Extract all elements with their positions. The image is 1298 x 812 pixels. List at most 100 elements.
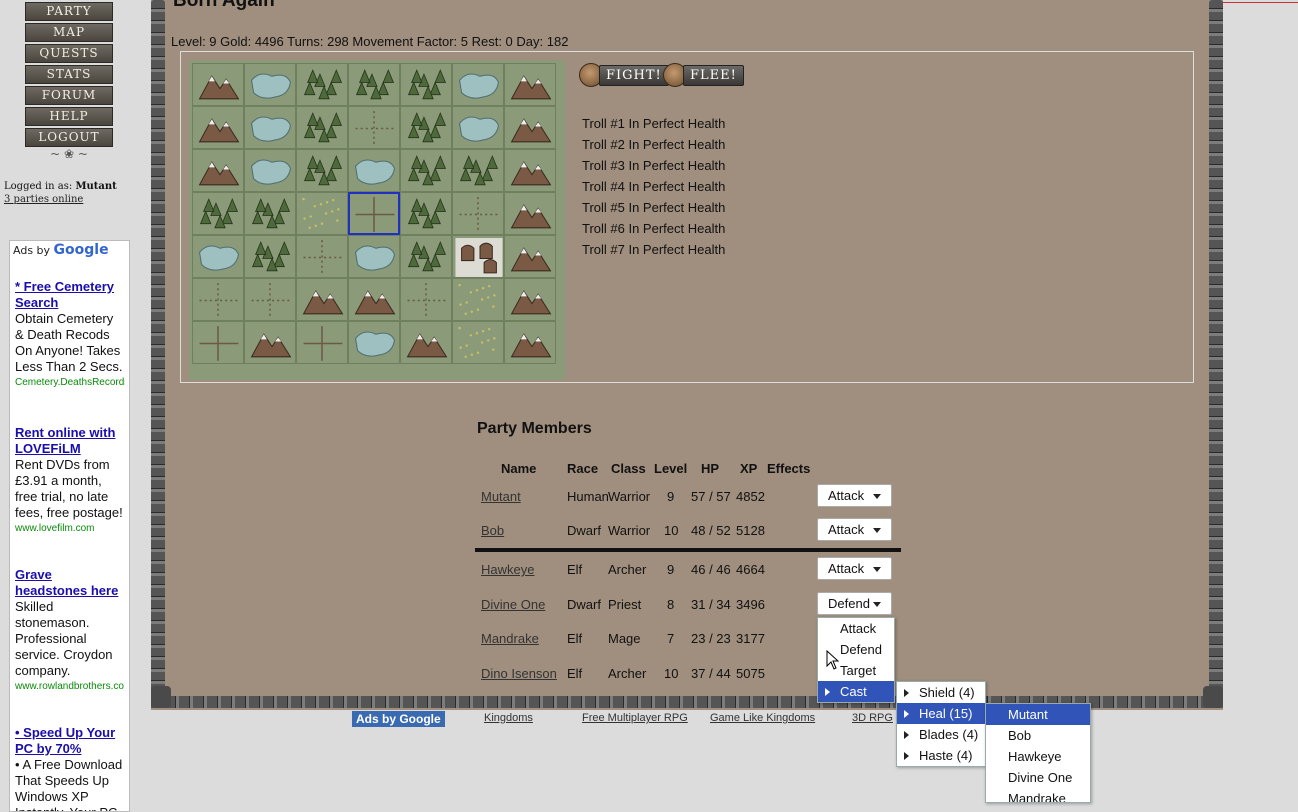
footer-link-kingdoms[interactable]: Kingdoms bbox=[484, 712, 533, 724]
ad-url[interactable]: www.lovefilm.com bbox=[15, 521, 125, 537]
map-tile-forest[interactable] bbox=[244, 192, 296, 235]
map-tile-water[interactable] bbox=[348, 149, 400, 192]
map-tile-forest[interactable] bbox=[400, 106, 452, 149]
forest-terrain-icon bbox=[303, 112, 343, 143]
map-tile-road[interactable] bbox=[192, 321, 244, 364]
menu-item-cast[interactable]: Cast bbox=[818, 681, 894, 702]
nav-logout[interactable]: LOGOUT bbox=[25, 128, 113, 147]
map-tile-road[interactable] bbox=[296, 321, 348, 364]
member-name-link[interactable]: Mutant bbox=[481, 489, 521, 504]
map-tile-mountain[interactable] bbox=[504, 235, 556, 278]
map-tile-forest[interactable] bbox=[296, 63, 348, 106]
member-name-link[interactable]: Bob bbox=[481, 523, 504, 538]
map-tile-forest[interactable] bbox=[296, 149, 348, 192]
map-tile-forest[interactable] bbox=[296, 106, 348, 149]
map-tile-mountain[interactable] bbox=[348, 278, 400, 321]
map-tile-forest[interactable] bbox=[192, 192, 244, 235]
member-name-link[interactable]: Divine One bbox=[481, 597, 545, 612]
map-tile-mountain[interactable] bbox=[192, 106, 244, 149]
map-tile-town[interactable] bbox=[452, 235, 504, 278]
map-tile-plains[interactable] bbox=[400, 278, 452, 321]
map-tile-forest[interactable] bbox=[348, 63, 400, 106]
map-tile-mountain[interactable] bbox=[296, 278, 348, 321]
map-tile-forest[interactable] bbox=[244, 235, 296, 278]
map-tile-water[interactable] bbox=[452, 106, 504, 149]
spell-menu: Shield (4) Heal (15) Blades (4) Haste (4… bbox=[896, 681, 986, 767]
map-tile-mountain[interactable] bbox=[504, 278, 556, 321]
nav-party[interactable]: PARTY bbox=[25, 2, 113, 21]
footer-link-game-like-kingdoms[interactable]: Game Like Kingdoms bbox=[710, 712, 815, 724]
map-tile-grass[interactable] bbox=[452, 321, 504, 364]
map-tile-mountain[interactable] bbox=[504, 321, 556, 364]
nav-help[interactable]: HELP bbox=[25, 107, 113, 126]
submenu-arrow-icon bbox=[904, 710, 909, 718]
menu-item-shield[interactable]: Shield (4) bbox=[897, 682, 985, 703]
menu-item-target-mandrake[interactable]: Mandrake bbox=[986, 788, 1090, 802]
map-tile-water[interactable] bbox=[348, 321, 400, 364]
map-tile-plains[interactable] bbox=[348, 106, 400, 149]
map-tile-mountain[interactable] bbox=[244, 321, 296, 364]
map-tile-forest[interactable] bbox=[400, 192, 452, 235]
member-name-link[interactable]: Mandrake bbox=[481, 631, 539, 646]
footer-link-free-multiplayer-rpg[interactable]: Free Multiplayer RPG bbox=[582, 712, 688, 724]
ad-title-link[interactable]: * Free Cemetery Search bbox=[15, 279, 125, 311]
menu-item-target-mutant[interactable]: Mutant bbox=[986, 704, 1090, 725]
map-tile-water[interactable] bbox=[452, 63, 504, 106]
mountain-terrain-icon bbox=[198, 75, 240, 100]
ad-title-link[interactable]: Rent online with LOVEFiLM bbox=[15, 425, 125, 457]
flee-button[interactable]: FLEE! bbox=[663, 63, 744, 87]
map-tile-forest[interactable] bbox=[452, 149, 504, 192]
map-tile-water[interactable] bbox=[348, 235, 400, 278]
map-tile-mountain[interactable] bbox=[504, 63, 556, 106]
menu-item-haste[interactable]: Haste (4) bbox=[897, 745, 985, 766]
member-name-link[interactable]: Hawkeye bbox=[481, 562, 534, 577]
action-select[interactable]: Attack bbox=[817, 518, 892, 541]
ad-url[interactable]: www.rowlandbrothers.co bbox=[15, 679, 125, 695]
map-tile-water[interactable] bbox=[192, 235, 244, 278]
nav-quests[interactable]: QUESTS bbox=[25, 44, 113, 63]
map-tile-plains[interactable] bbox=[192, 278, 244, 321]
map-tile-plains[interactable] bbox=[244, 278, 296, 321]
footer-link-3d-rpg[interactable]: 3D RPG bbox=[852, 712, 893, 724]
water-terrain-icon bbox=[459, 116, 499, 142]
action-select[interactable]: Attack bbox=[817, 557, 892, 580]
map-tile-forest[interactable] bbox=[400, 149, 452, 192]
nav-forum[interactable]: FORUM bbox=[25, 86, 113, 105]
map-tile-forest[interactable] bbox=[400, 235, 452, 278]
ad-url[interactable]: Cemetery.DeathsRecords bbox=[15, 375, 125, 391]
map-tile-mountain[interactable] bbox=[192, 149, 244, 192]
map-tile-plains[interactable] bbox=[296, 235, 348, 278]
menu-item-target-hawkeye[interactable]: Hawkeye bbox=[986, 746, 1090, 767]
plains-terrain-icon bbox=[199, 283, 239, 318]
parties-online-link[interactable]: 3 parties online bbox=[4, 194, 117, 205]
map-tile-forest[interactable] bbox=[400, 63, 452, 106]
menu-item-attack[interactable]: Attack bbox=[818, 618, 894, 639]
map-tile-mountain[interactable] bbox=[504, 192, 556, 235]
map-tile-mountain[interactable] bbox=[504, 149, 556, 192]
map-tile-plains[interactable] bbox=[452, 192, 504, 235]
map-tile-mountain[interactable] bbox=[504, 106, 556, 149]
footer-ads-by-google[interactable]: Ads by Google bbox=[352, 711, 445, 727]
forest-terrain-icon bbox=[251, 241, 291, 272]
map-tile-grass[interactable] bbox=[452, 278, 504, 321]
menu-item-heal[interactable]: Heal (15) bbox=[897, 703, 985, 724]
nav-stats[interactable]: STATS bbox=[25, 65, 113, 84]
fight-button[interactable]: FIGHT! bbox=[579, 63, 669, 87]
map-tile-mountain[interactable] bbox=[400, 321, 452, 364]
map-tile-water[interactable] bbox=[244, 63, 296, 106]
ad-title-link[interactable]: • Speed Up Your PC by 70% bbox=[15, 725, 125, 757]
nav-map[interactable]: MAP bbox=[25, 23, 113, 42]
map-tile-water[interactable] bbox=[244, 149, 296, 192]
action-select[interactable]: Defend bbox=[817, 592, 892, 615]
menu-item-blades[interactable]: Blades (4) bbox=[897, 724, 985, 745]
map-tile-mountain[interactable] bbox=[192, 63, 244, 106]
col-header-race: Race bbox=[567, 461, 599, 476]
map-tile-water[interactable] bbox=[244, 106, 296, 149]
map-tile-grass[interactable] bbox=[296, 192, 348, 235]
menu-item-target-divine-one[interactable]: Divine One bbox=[986, 767, 1090, 788]
ad-body: Skilled stonemason. Professional service… bbox=[15, 599, 113, 678]
member-name-link[interactable]: Dino Isenson bbox=[481, 666, 557, 681]
ad-title-link[interactable]: Grave headstones here bbox=[15, 567, 125, 599]
menu-item-target-bob[interactable]: Bob bbox=[986, 725, 1090, 746]
action-select[interactable]: Attack bbox=[817, 484, 892, 507]
